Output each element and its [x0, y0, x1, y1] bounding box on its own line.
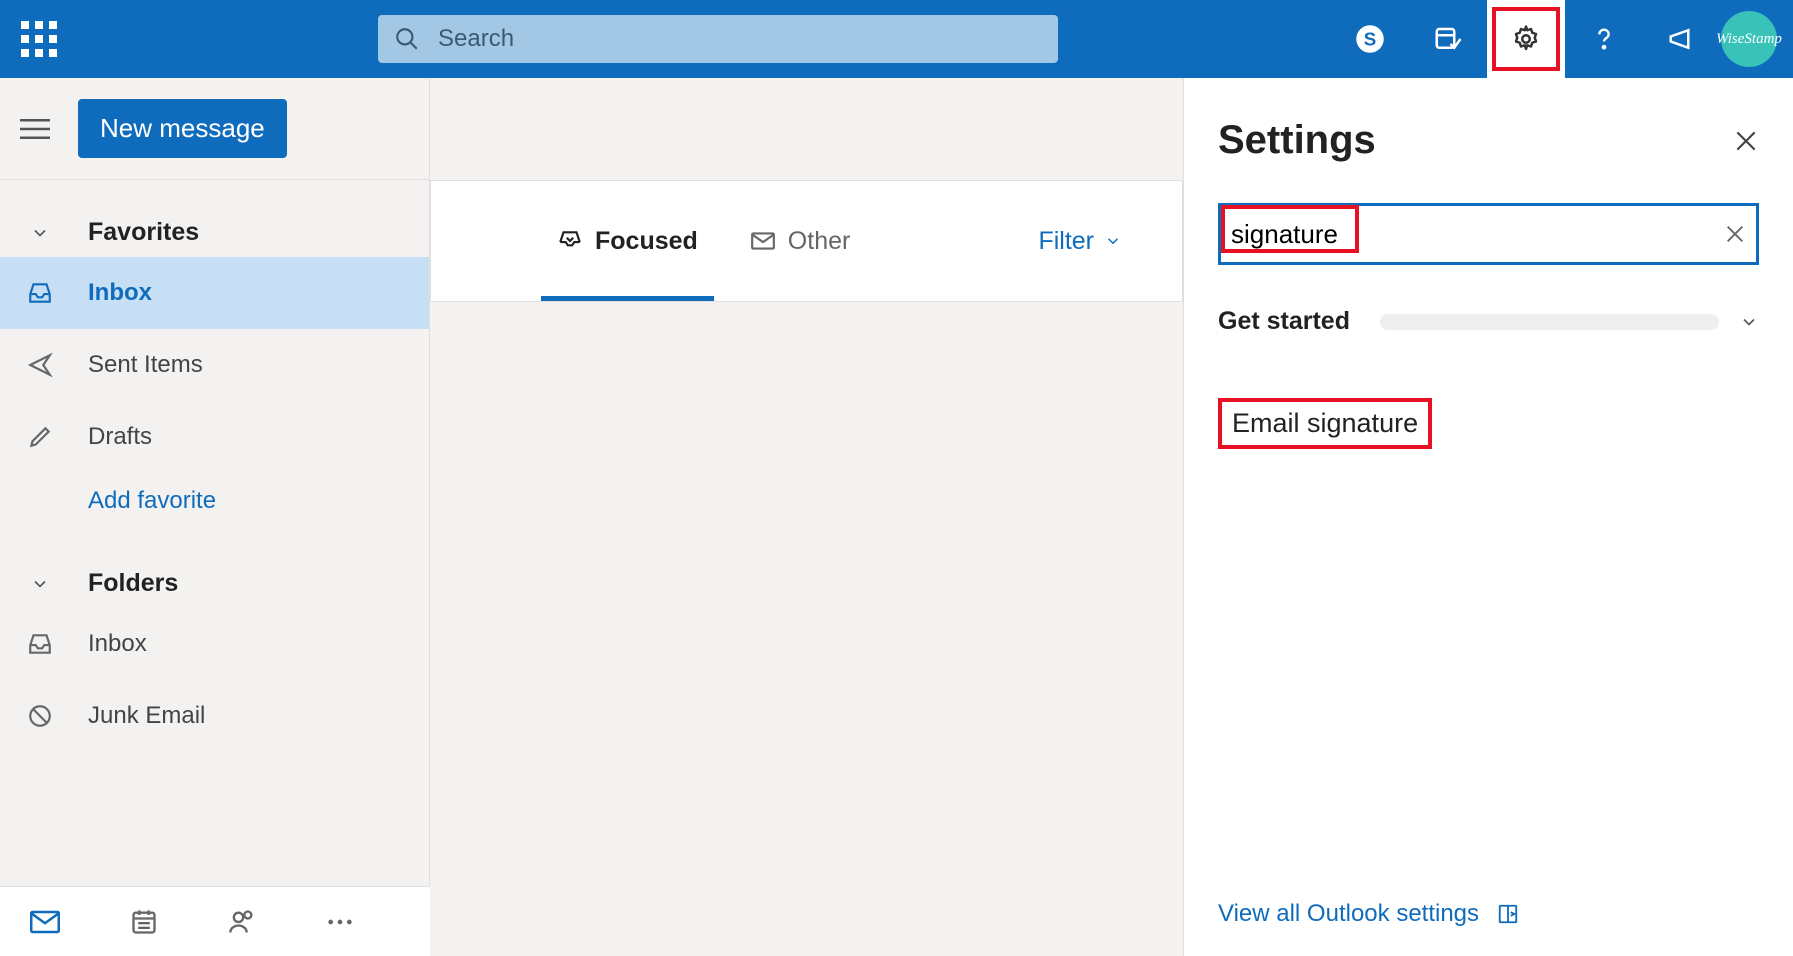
calendar-check-icon	[1433, 24, 1463, 54]
favorites-label: Favorites	[88, 218, 199, 247]
hamburger-icon	[20, 117, 50, 141]
help-icon	[1590, 25, 1618, 53]
svg-text:S: S	[1364, 28, 1377, 49]
junk-icon	[26, 703, 54, 729]
chevron-down-icon	[26, 574, 54, 594]
waffle-icon	[21, 21, 57, 57]
mail-icon	[30, 910, 60, 934]
send-icon	[26, 352, 54, 378]
search-box[interactable]	[378, 15, 1058, 63]
settings-search-input[interactable]	[1231, 219, 1724, 250]
filter-label: Filter	[1038, 227, 1094, 256]
message-pane: Focused Other Filter	[430, 78, 1183, 956]
new-message-button[interactable]: New message	[78, 99, 287, 158]
sidebar-item-label: Inbox	[88, 279, 152, 307]
tab-label: Focused	[595, 227, 698, 256]
settings-title: Settings	[1218, 118, 1376, 163]
sidebar-item-inbox-folder[interactable]: Inbox	[0, 608, 429, 680]
tab-label: Other	[788, 227, 851, 256]
focused-icon	[557, 228, 583, 254]
open-panel-icon	[1497, 903, 1519, 925]
close-settings-button[interactable]	[1733, 128, 1759, 154]
chevron-down-icon	[1739, 312, 1759, 332]
close-icon	[1724, 223, 1746, 245]
calendar-icon	[130, 908, 158, 936]
app-switcher-bar	[0, 886, 430, 956]
app-launcher-button[interactable]	[0, 0, 78, 78]
tab-other[interactable]: Other	[724, 181, 877, 301]
sidebar-item-sent[interactable]: Sent Items	[0, 329, 429, 401]
settings-search-box[interactable]	[1218, 203, 1759, 265]
add-favorite-link[interactable]: Add favorite	[0, 473, 429, 529]
folders-header[interactable]: Folders	[0, 559, 429, 608]
view-all-settings-link[interactable]: View all Outlook settings	[1218, 900, 1759, 928]
favorites-header[interactable]: Favorites	[0, 208, 429, 257]
mail-icon	[750, 228, 776, 254]
close-icon	[1733, 128, 1759, 154]
inbox-icon	[26, 631, 54, 657]
sidebar-item-inbox[interactable]: Inbox	[0, 257, 429, 329]
filter-button[interactable]: Filter	[1038, 227, 1122, 256]
sidebar-item-label: Drafts	[88, 423, 152, 451]
calendar-app-button[interactable]	[130, 908, 158, 936]
progress-bar	[1380, 314, 1719, 330]
chevron-down-icon	[1104, 232, 1122, 250]
avatar-label: WiseStamp	[1716, 31, 1782, 48]
skype-icon: S	[1355, 24, 1385, 54]
skype-button[interactable]: S	[1331, 0, 1409, 78]
ellipsis-icon	[326, 918, 354, 926]
settings-panel: Settings Get started Email signature Vie…	[1183, 78, 1793, 956]
megaphone-icon	[1667, 24, 1697, 54]
sidebar-item-drafts[interactable]: Drafts	[0, 401, 429, 473]
folders-label: Folders	[88, 569, 178, 598]
people-app-button[interactable]	[228, 908, 256, 936]
search-container	[378, 15, 1058, 63]
announcements-button[interactable]	[1643, 0, 1721, 78]
settings-result-email-signature[interactable]: Email signature	[1218, 398, 1432, 449]
view-all-label: View all Outlook settings	[1218, 900, 1479, 928]
hamburger-button[interactable]	[20, 117, 50, 141]
search-icon	[394, 26, 420, 52]
settings-button[interactable]	[1487, 0, 1565, 78]
get-started-label: Get started	[1218, 307, 1350, 336]
search-input[interactable]	[438, 25, 1042, 53]
more-apps-button[interactable]	[326, 918, 354, 926]
gear-icon	[1511, 24, 1541, 54]
message-list-header: Focused Other Filter	[430, 180, 1183, 302]
sidebar-item-label: Junk Email	[88, 702, 205, 730]
inbox-icon	[26, 280, 54, 306]
clear-search-button[interactable]	[1724, 223, 1746, 245]
sidebar-item-label: Sent Items	[88, 351, 203, 379]
sidebar-item-label: Inbox	[88, 630, 147, 658]
people-icon	[228, 908, 256, 936]
help-button[interactable]	[1565, 0, 1643, 78]
my-day-button[interactable]	[1409, 0, 1487, 78]
chevron-down-icon	[26, 223, 54, 243]
tab-focused[interactable]: Focused	[531, 181, 724, 301]
sidebar-item-junk[interactable]: Junk Email	[0, 680, 429, 752]
account-avatar[interactable]: WiseStamp	[1721, 11, 1777, 67]
pencil-icon	[26, 424, 54, 450]
sidebar: New message Favorites Inbox Sent Items	[0, 78, 430, 956]
get-started-row[interactable]: Get started	[1218, 307, 1759, 336]
mail-app-button[interactable]	[30, 910, 60, 934]
